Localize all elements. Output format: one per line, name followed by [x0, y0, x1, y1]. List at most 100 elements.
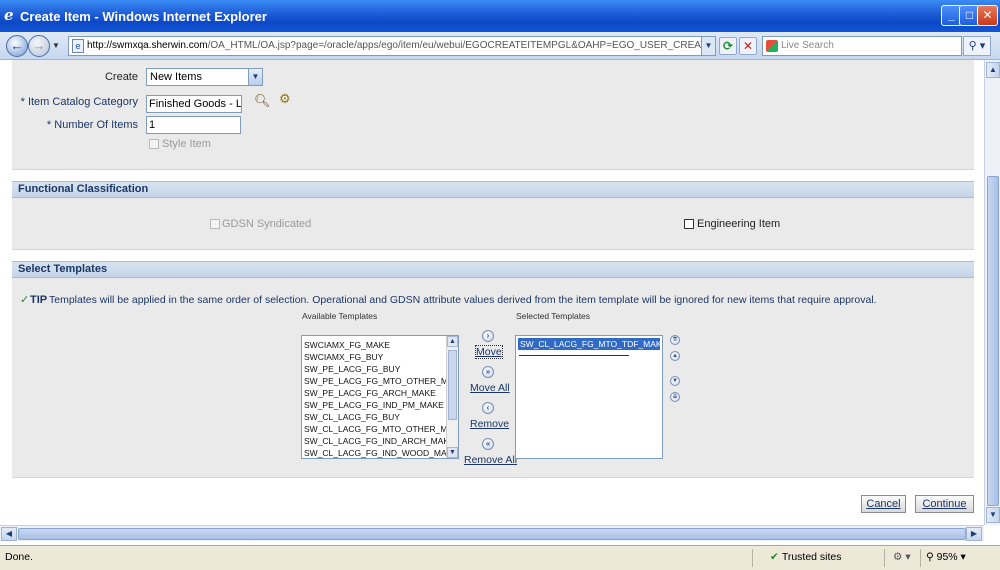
zoom-control[interactable]: ⚲ 95% ▾ [926, 551, 966, 563]
scroll-thumb[interactable] [448, 350, 457, 420]
status-divider [752, 549, 753, 567]
checkmark-icon: ✔ [770, 551, 779, 563]
list-item[interactable]: SWCIAMX_FG_MAKE [302, 339, 458, 351]
live-search-placeholder: Live Search [781, 40, 834, 51]
available-templates-list[interactable]: SWCIAMX_FG_MAKE SWCIAMX_FG_BUY SW_PE_LAC… [301, 335, 459, 459]
select-templates-panel [12, 278, 974, 478]
scroll-right-icon[interactable]: ▶ [966, 527, 982, 541]
navigation-bar: ← → ▼ e http://swmxqa.sherwin.com/OA_HTM… [0, 32, 1000, 60]
available-templates-title: Available Templates [302, 311, 378, 321]
available-list-scrollbar[interactable]: ▲ ▼ [446, 336, 458, 458]
page-icon: e [72, 39, 84, 53]
zoom-magnifier-icon: ⚲ [926, 551, 934, 563]
remove-icon[interactable]: ‹ [482, 402, 494, 414]
live-search-logo-icon [766, 40, 778, 52]
chevron-down-icon: ▼ [248, 69, 262, 85]
ie-logo-icon: e [4, 6, 14, 24]
live-search-input[interactable]: Live Search [762, 36, 962, 56]
number-of-items-input[interactable]: 1 [146, 116, 241, 134]
list-item[interactable]: SW_PE_LACG_FG_IND_PM_MAKE [302, 399, 458, 411]
list-item[interactable]: SW_CL_LACG_FG_MTO_OTHER_MAKE [302, 423, 458, 435]
move-all-icon[interactable]: » [482, 366, 494, 378]
move-to-bottom-icon[interactable]: ⇊ [670, 392, 680, 402]
list-item[interactable]: SW_PE_LACG_FG_BUY [302, 363, 458, 375]
browse-hierarchy-icon[interactable]: ⚙ [279, 92, 291, 106]
back-button[interactable]: ← [6, 35, 28, 57]
move-link[interactable]: Move [475, 345, 503, 359]
number-of-items-label: * Number Of Items [46, 119, 138, 131]
status-bar: Done. ✔ Trusted sites ⚙ ▾ ⚲ 95% ▾ [0, 545, 1000, 570]
scroll-down-icon[interactable]: ▼ [447, 447, 458, 458]
list-item-selected[interactable]: SW_CL_LACG_FG_MTO_TDF_MAKE [518, 338, 662, 350]
cancel-button[interactable]: Cancel [861, 495, 906, 513]
list-item[interactable]: SW_CL_LACG_FG_BUY [302, 411, 458, 423]
list-item[interactable]: SWCIAMX_FG_BUY [302, 351, 458, 363]
search-go-button[interactable]: ⚲ ▾ [963, 36, 991, 56]
scroll-up-icon[interactable]: ▲ [986, 62, 1000, 78]
security-zone[interactable]: ✔ Trusted sites [770, 551, 842, 563]
continue-label: Continue [922, 498, 967, 510]
status-text: Done. [5, 551, 34, 563]
refresh-button[interactable]: ⟳ [719, 37, 737, 55]
gdsn-syndicated-label: GDSN Syndicated [222, 218, 312, 230]
engineering-item-checkbox[interactable] [684, 219, 694, 229]
create-label: Create [104, 71, 138, 83]
remove-all-link[interactable]: Remove All [464, 454, 517, 466]
magnifier-icon: ⚲ [968, 40, 977, 52]
tip-text: Templates will be applied in the same or… [49, 294, 877, 306]
address-bar[interactable]: e http://swmxqa.sherwin.com/OA_HTML/OA.j… [68, 36, 716, 56]
address-dropdown-icon[interactable]: ▼ [701, 37, 715, 55]
list-item[interactable]: SW_PE_LACG_FG_MTO_OTHER_MAKE [302, 375, 458, 387]
page-vertical-scrollbar[interactable]: ▲ ▼ [984, 60, 1000, 525]
functional-classification-panel [12, 198, 974, 250]
zoom-level: 95% [936, 551, 958, 563]
list-item[interactable]: SW_PE_LACG_FG_ARCH_MAKE [302, 387, 458, 399]
stop-button[interactable]: ✕ [739, 37, 757, 55]
search-icon[interactable]: 🔍︎ [254, 94, 271, 108]
style-item-label: Style Item [162, 138, 211, 150]
title-bar: e Create Item - Windows Internet Explore… [0, 0, 1000, 32]
selected-templates-title: Selected Templates [516, 311, 591, 321]
address-domain: http://swmxqa.sherwin.com [87, 40, 208, 51]
scroll-down-icon[interactable]: ▼ [986, 507, 1000, 523]
protected-mode-icon[interactable]: ⚙ ▾ [893, 551, 911, 563]
recent-pages-dropdown-icon[interactable]: ▼ [52, 41, 60, 50]
close-window-button[interactable]: ✕ [977, 5, 998, 26]
status-divider [884, 549, 885, 567]
cancel-label: Cancel [866, 498, 901, 510]
forward-button[interactable]: → [28, 35, 50, 57]
address-path: /OA_HTML/OA.jsp?page=/oracle/apps/ego/it… [207, 40, 715, 51]
style-item-checkbox[interactable] [149, 139, 159, 149]
tip-check-icon: ✓ [20, 294, 30, 306]
catalog-category-label: * Item Catalog Category [20, 96, 138, 108]
move-to-top-icon[interactable]: ⇈ [670, 335, 680, 345]
remove-all-icon[interactable]: « [482, 438, 494, 450]
move-up-icon[interactable]: ▲ [670, 351, 680, 361]
create-select-value: New Items [150, 71, 202, 83]
functional-classification-header: Functional Classification [12, 181, 974, 198]
selected-templates-list[interactable]: SW_CL_LACG_FG_MTO_TDF_MAKE [515, 335, 663, 459]
list-divider [519, 355, 629, 356]
tip-label: TIP [30, 294, 48, 306]
page-content: Create New Items ▼ * Item Catalog Catego… [0, 60, 984, 525]
page-horizontal-scrollbar[interactable]: ◀ ▶ [0, 525, 984, 541]
catalog-category-input[interactable]: Finished Goods - LACG [146, 95, 242, 113]
continue-button[interactable]: Continue [915, 495, 974, 513]
status-divider [920, 549, 921, 567]
select-templates-header: Select Templates [12, 261, 974, 278]
list-item[interactable]: SW_CL_LACG_FG_IND_ARCH_MAKE [302, 435, 458, 447]
zone-label: Trusted sites [781, 551, 842, 563]
move-all-link[interactable]: Move All [470, 382, 510, 394]
engineering-item-label: Engineering Item [697, 218, 781, 230]
scroll-thumb[interactable] [18, 528, 966, 540]
list-item[interactable]: SW_CL_LACG_FG_IND_WOOD_MAKE [302, 447, 458, 458]
move-down-icon[interactable]: ▼ [670, 376, 680, 386]
create-select[interactable]: New Items ▼ [146, 68, 263, 86]
scroll-thumb[interactable] [987, 176, 999, 506]
window-title: Create Item - Windows Internet Explorer [20, 9, 267, 24]
scroll-up-icon[interactable]: ▲ [447, 336, 458, 347]
gdsn-syndicated-checkbox[interactable] [210, 219, 220, 229]
scroll-left-icon[interactable]: ◀ [1, 527, 17, 541]
move-icon[interactable]: › [482, 330, 494, 342]
remove-link[interactable]: Remove [470, 418, 509, 430]
